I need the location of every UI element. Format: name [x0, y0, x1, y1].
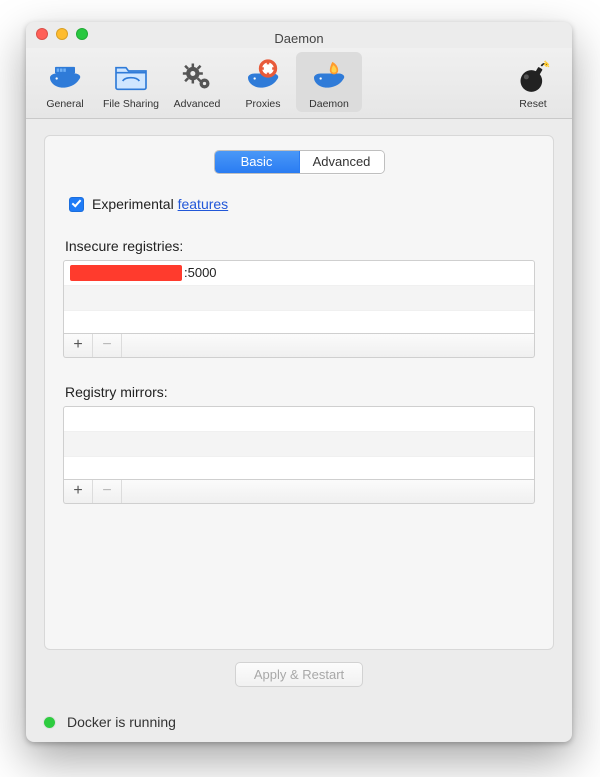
- status-text: Docker is running: [67, 714, 176, 730]
- redacted-host: [70, 265, 182, 281]
- list-item[interactable]: .: [64, 432, 534, 457]
- remove-mirror-button[interactable]: −: [93, 480, 122, 503]
- settings-panel: Basic Advanced Experimental features Ins…: [44, 135, 554, 650]
- experimental-label-text: Experimental: [92, 196, 178, 212]
- toolbar-item-general[interactable]: General: [32, 52, 98, 112]
- toolbar-item-reset[interactable]: Reset: [500, 52, 566, 112]
- toolbar-label: Advanced: [174, 98, 221, 110]
- toolbar-item-advanced[interactable]: Advanced: [164, 52, 230, 112]
- toolbar-label: Reset: [519, 98, 546, 110]
- mode-segmented-control: Basic Advanced: [214, 150, 385, 174]
- toolbar-label: Proxies: [245, 98, 280, 110]
- apply-restart-button[interactable]: Apply & Restart: [235, 662, 363, 687]
- whale-icon: [45, 56, 85, 96]
- insecure-registries-list[interactable]: :5000 . .: [63, 260, 535, 334]
- experimental-checkbox[interactable]: [69, 197, 84, 212]
- registry-mirrors-label: Registry mirrors:: [65, 384, 535, 400]
- list-item[interactable]: :5000: [64, 261, 534, 286]
- window-controls: [36, 28, 88, 40]
- preferences-window: Daemon General: [26, 22, 572, 742]
- toolbar-item-proxies[interactable]: Proxies: [230, 52, 296, 112]
- titlebar: Daemon: [26, 22, 572, 48]
- toolbar-label: File Sharing: [103, 98, 159, 110]
- add-mirror-button[interactable]: +: [64, 480, 93, 503]
- list-item[interactable]: .: [64, 311, 534, 334]
- status-bar: Docker is running: [26, 701, 572, 742]
- toolbar: General File Sharing: [26, 48, 572, 119]
- minimize-window-button[interactable]: [56, 28, 68, 40]
- features-link[interactable]: features: [178, 196, 229, 212]
- status-indicator-icon: [44, 717, 55, 728]
- toolbar-label: General: [46, 98, 83, 110]
- bomb-icon: [513, 56, 553, 96]
- tab-basic[interactable]: Basic: [215, 151, 299, 173]
- insecure-add-remove-bar: + −: [63, 334, 535, 358]
- toolbar-label: Daemon: [309, 98, 349, 110]
- gears-icon: [177, 56, 217, 96]
- remove-insecure-button[interactable]: −: [93, 334, 122, 357]
- toolbar-item-file-sharing[interactable]: File Sharing: [98, 52, 164, 112]
- insecure-registries-label: Insecure registries:: [65, 238, 535, 254]
- experimental-label: Experimental features: [92, 196, 228, 212]
- content-area: Basic Advanced Experimental features Ins…: [26, 119, 572, 701]
- mirrors-add-remove-bar: + −: [63, 480, 535, 504]
- add-insecure-button[interactable]: +: [64, 334, 93, 357]
- list-item[interactable]: .: [64, 286, 534, 311]
- whale-fire-icon: [309, 56, 349, 96]
- zoom-window-button[interactable]: [76, 28, 88, 40]
- close-window-button[interactable]: [36, 28, 48, 40]
- whale-lifesaver-icon: [243, 56, 283, 96]
- list-item[interactable]: .: [64, 407, 534, 432]
- registry-mirrors-list[interactable]: . . .: [63, 406, 535, 480]
- window-title: Daemon: [34, 29, 564, 46]
- tab-advanced[interactable]: Advanced: [299, 151, 384, 173]
- list-item[interactable]: .: [64, 457, 534, 480]
- folder-icon: [111, 56, 151, 96]
- registry-port: :5000: [184, 261, 217, 285]
- toolbar-item-daemon[interactable]: Daemon: [296, 52, 362, 112]
- experimental-row: Experimental features: [69, 196, 535, 212]
